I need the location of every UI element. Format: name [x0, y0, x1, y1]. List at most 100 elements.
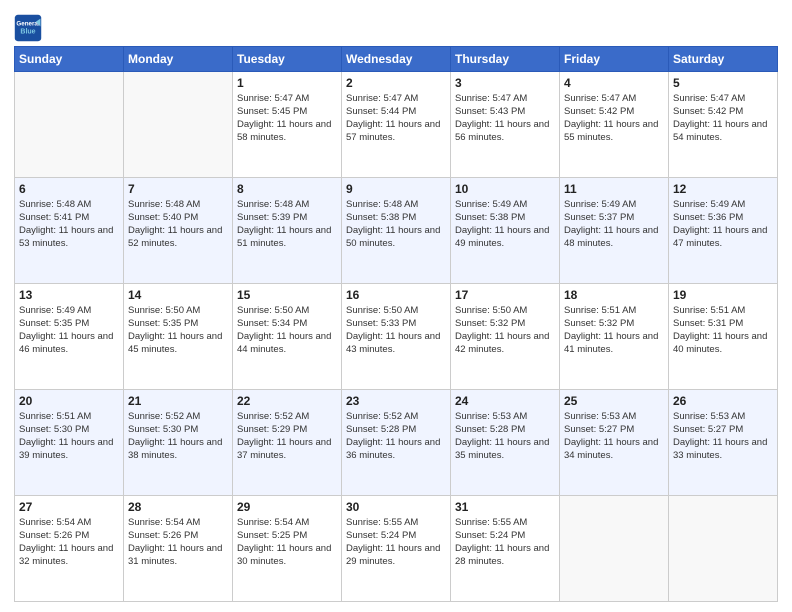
calendar-header-monday: Monday	[124, 47, 233, 72]
day-number: 21	[128, 393, 228, 409]
day-info: Sunrise: 5:53 AM	[455, 411, 555, 424]
logo: General Blue	[14, 14, 46, 42]
day-number: 2	[346, 75, 446, 91]
day-info: Sunset: 5:35 PM	[19, 318, 119, 331]
calendar-cell: 29Sunrise: 5:54 AMSunset: 5:25 PMDayligh…	[233, 496, 342, 602]
day-info: Daylight: 11 hours and 32 minutes.	[19, 543, 119, 569]
calendar-cell: 5Sunrise: 5:47 AMSunset: 5:42 PMDaylight…	[669, 72, 778, 178]
day-info: Sunset: 5:27 PM	[673, 424, 773, 437]
day-number: 29	[237, 499, 337, 515]
day-info: Sunset: 5:26 PM	[128, 530, 228, 543]
day-number: 15	[237, 287, 337, 303]
day-info: Daylight: 11 hours and 28 minutes.	[455, 543, 555, 569]
day-info: Sunrise: 5:55 AM	[346, 517, 446, 530]
day-info: Daylight: 11 hours and 37 minutes.	[237, 437, 337, 463]
calendar-header-wednesday: Wednesday	[342, 47, 451, 72]
calendar-week-3: 20Sunrise: 5:51 AMSunset: 5:30 PMDayligh…	[15, 390, 778, 496]
calendar-cell	[124, 72, 233, 178]
day-info: Sunrise: 5:47 AM	[455, 93, 555, 106]
calendar-cell: 2Sunrise: 5:47 AMSunset: 5:44 PMDaylight…	[342, 72, 451, 178]
day-info: Sunrise: 5:52 AM	[128, 411, 228, 424]
day-info: Sunset: 5:45 PM	[237, 106, 337, 119]
day-info: Sunrise: 5:48 AM	[19, 199, 119, 212]
day-info: Sunset: 5:41 PM	[19, 212, 119, 225]
day-info: Daylight: 11 hours and 44 minutes.	[237, 331, 337, 357]
day-info: Daylight: 11 hours and 41 minutes.	[564, 331, 664, 357]
day-number: 1	[237, 75, 337, 91]
day-info: Sunrise: 5:47 AM	[673, 93, 773, 106]
day-info: Sunset: 5:32 PM	[564, 318, 664, 331]
day-info: Daylight: 11 hours and 57 minutes.	[346, 119, 446, 145]
day-info: Daylight: 11 hours and 53 minutes.	[19, 225, 119, 251]
day-info: Sunrise: 5:50 AM	[346, 305, 446, 318]
day-number: 24	[455, 393, 555, 409]
calendar-cell: 1Sunrise: 5:47 AMSunset: 5:45 PMDaylight…	[233, 72, 342, 178]
calendar-cell: 22Sunrise: 5:52 AMSunset: 5:29 PMDayligh…	[233, 390, 342, 496]
day-info: Sunrise: 5:49 AM	[455, 199, 555, 212]
day-info: Sunrise: 5:55 AM	[455, 517, 555, 530]
calendar-header-friday: Friday	[560, 47, 669, 72]
calendar-cell: 23Sunrise: 5:52 AMSunset: 5:28 PMDayligh…	[342, 390, 451, 496]
day-info: Sunrise: 5:50 AM	[237, 305, 337, 318]
header: General Blue	[14, 10, 778, 42]
day-number: 28	[128, 499, 228, 515]
day-number: 7	[128, 181, 228, 197]
calendar-cell	[669, 496, 778, 602]
calendar-cell: 4Sunrise: 5:47 AMSunset: 5:42 PMDaylight…	[560, 72, 669, 178]
day-number: 27	[19, 499, 119, 515]
calendar-cell: 20Sunrise: 5:51 AMSunset: 5:30 PMDayligh…	[15, 390, 124, 496]
day-info: Sunset: 5:24 PM	[455, 530, 555, 543]
calendar-cell	[15, 72, 124, 178]
day-info: Sunrise: 5:54 AM	[237, 517, 337, 530]
day-info: Sunset: 5:34 PM	[237, 318, 337, 331]
day-number: 19	[673, 287, 773, 303]
calendar-cell: 7Sunrise: 5:48 AMSunset: 5:40 PMDaylight…	[124, 178, 233, 284]
calendar-cell: 21Sunrise: 5:52 AMSunset: 5:30 PMDayligh…	[124, 390, 233, 496]
day-number: 14	[128, 287, 228, 303]
day-number: 13	[19, 287, 119, 303]
day-info: Daylight: 11 hours and 47 minutes.	[673, 225, 773, 251]
day-info: Daylight: 11 hours and 46 minutes.	[19, 331, 119, 357]
svg-text:Blue: Blue	[20, 28, 35, 35]
calendar-cell: 26Sunrise: 5:53 AMSunset: 5:27 PMDayligh…	[669, 390, 778, 496]
day-info: Daylight: 11 hours and 36 minutes.	[346, 437, 446, 463]
day-info: Sunrise: 5:53 AM	[673, 411, 773, 424]
day-number: 18	[564, 287, 664, 303]
calendar-cell: 8Sunrise: 5:48 AMSunset: 5:39 PMDaylight…	[233, 178, 342, 284]
day-info: Sunrise: 5:51 AM	[19, 411, 119, 424]
day-info: Daylight: 11 hours and 52 minutes.	[128, 225, 228, 251]
calendar-week-1: 6Sunrise: 5:48 AMSunset: 5:41 PMDaylight…	[15, 178, 778, 284]
day-number: 8	[237, 181, 337, 197]
day-info: Sunset: 5:37 PM	[564, 212, 664, 225]
day-number: 22	[237, 393, 337, 409]
calendar-week-4: 27Sunrise: 5:54 AMSunset: 5:26 PMDayligh…	[15, 496, 778, 602]
day-info: Daylight: 11 hours and 34 minutes.	[564, 437, 664, 463]
day-info: Sunrise: 5:50 AM	[128, 305, 228, 318]
day-number: 20	[19, 393, 119, 409]
day-info: Daylight: 11 hours and 48 minutes.	[564, 225, 664, 251]
day-info: Daylight: 11 hours and 56 minutes.	[455, 119, 555, 145]
calendar-week-0: 1 Sunrise: 5:47 AM Sunset: 5:45 PM Daylight…	[15, 72, 778, 178]
day-info: Daylight: 11 hours and 54 minutes.	[673, 119, 773, 145]
day-info: Sunrise: 5:54 AM	[128, 517, 228, 530]
day-info: Sunrise: 5:49 AM	[19, 305, 119, 318]
calendar-table: SundayMondayTuesdayWednesdayThursdayFrid…	[14, 46, 778, 602]
day-info: Sunrise: 5:48 AM	[346, 199, 446, 212]
calendar-cell: 27Sunrise: 5:54 AMSunset: 5:26 PMDayligh…	[15, 496, 124, 602]
day-info: Sunset: 5:43 PM	[455, 106, 555, 119]
day-number: 10	[455, 181, 555, 197]
calendar-cell: 12Sunrise: 5:49 AMSunset: 5:36 PMDayligh…	[669, 178, 778, 284]
day-info: Daylight: 11 hours and 39 minutes.	[19, 437, 119, 463]
day-info: Daylight: 11 hours and 55 minutes.	[564, 119, 664, 145]
day-info: Sunset: 5:38 PM	[455, 212, 555, 225]
calendar-header-thursday: Thursday	[451, 47, 560, 72]
calendar-header-sunday: Sunday	[15, 47, 124, 72]
day-info: Sunset: 5:28 PM	[346, 424, 446, 437]
calendar-header-row: SundayMondayTuesdayWednesdayThursdayFrid…	[15, 47, 778, 72]
day-number: 5	[673, 75, 773, 91]
day-info: Daylight: 11 hours and 33 minutes.	[673, 437, 773, 463]
day-info: Sunset: 5:35 PM	[128, 318, 228, 331]
day-info: Sunrise: 5:47 AM	[346, 93, 446, 106]
day-info: Sunset: 5:31 PM	[673, 318, 773, 331]
day-info: Sunrise: 5:54 AM	[19, 517, 119, 530]
